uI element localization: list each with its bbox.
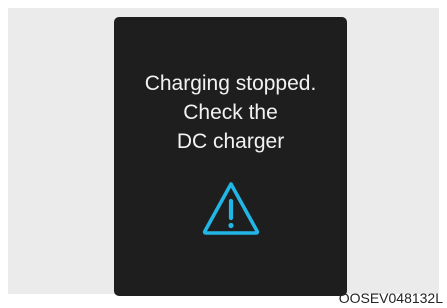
message-line-3: DC charger: [176, 130, 285, 153]
figure-code: OOSEV048132L: [338, 290, 443, 306]
warning-triangle-icon: [202, 182, 260, 235]
charging-message: Charging stopped. Check the DC charger: [114, 69, 347, 156]
message-line-1: Charging stopped.: [144, 72, 317, 95]
message-line-2: Check the: [183, 101, 278, 124]
cluster-display: Charging stopped. Check the DC charger: [114, 17, 347, 296]
